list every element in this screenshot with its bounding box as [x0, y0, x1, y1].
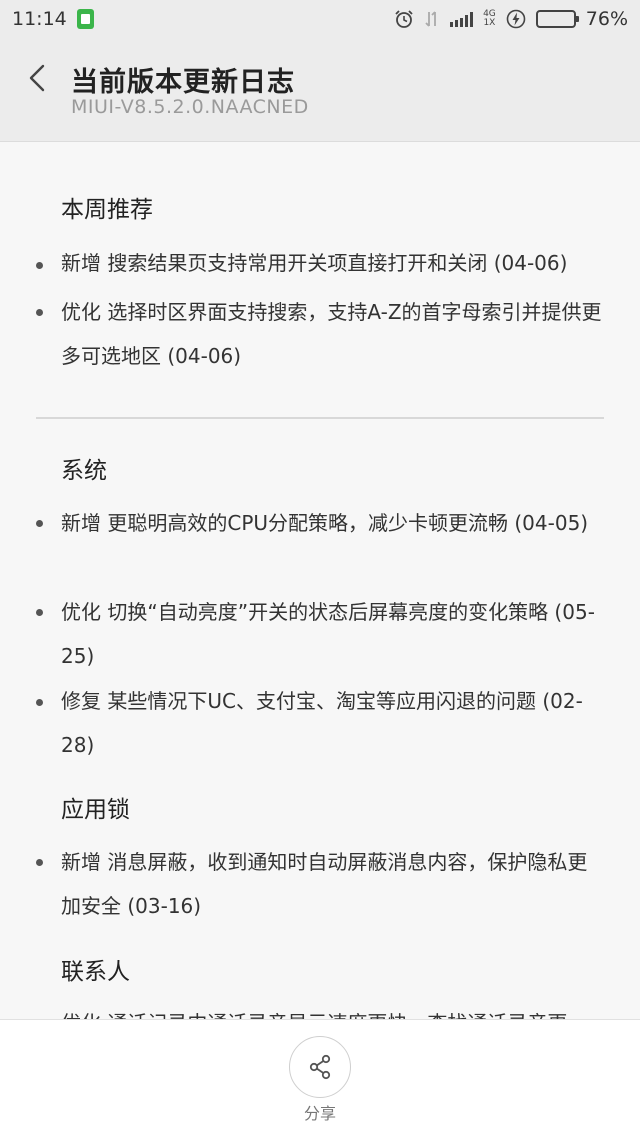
share-button[interactable]: [289, 1036, 351, 1098]
back-button[interactable]: [22, 58, 52, 98]
status-left: 11:14: [12, 8, 94, 30]
alarm-icon: [394, 9, 414, 29]
network-type: 4G 1X: [483, 9, 496, 28]
bullet: [36, 609, 43, 616]
page-title: 当前版本更新日志: [71, 67, 295, 98]
section-divider: [36, 417, 604, 419]
changelog-content[interactable]: 本周推荐 新增 搜索结果页支持常用开关项直接打开和关闭 (04-06) 优化 选…: [0, 143, 640, 1020]
list-item: 新增 搜索结果页支持常用开关项直接打开和关闭 (04-06): [61, 251, 568, 275]
battery-saver-icon: [76, 9, 94, 29]
bullet: [36, 309, 43, 316]
share-icon: [309, 1054, 331, 1080]
list-item: 修复 某些情况下UC、支付宝、淘宝等应用闪退的问题 (02-28): [61, 689, 583, 757]
bullet: [36, 262, 43, 269]
battery-icon: [535, 10, 579, 28]
list-item: 新增 消息屏蔽，收到通知时自动屏蔽消息内容，保护隐私更加安全 (03-16): [61, 850, 588, 918]
charging-icon: [506, 9, 526, 29]
section-title: 本周推荐: [61, 197, 153, 223]
list-item: 优化 通话记录中通话录音显示速度更快，查找通话录音更: [61, 1001, 606, 1020]
bullet: [36, 859, 43, 866]
section-title: 联系人: [61, 959, 130, 985]
list-item: 优化 切换“自动亮度”开关的状态后屏幕亮度的变化策略 (05-25): [61, 600, 595, 668]
chevron-left-icon: [29, 64, 45, 92]
section-title: 应用锁: [61, 797, 130, 823]
bullet: [36, 699, 43, 706]
signal-icon: [450, 11, 474, 27]
list-item: 新增 更聪明高效的CPU分配策略，减少卡顿更流畅 (04-05): [61, 511, 589, 535]
bullet: [36, 520, 43, 527]
share-label: 分享: [303, 1104, 336, 1123]
screen: 11:14 4G 1X 76% 当前版本更新日志 MIUI-V8.5.2.0.N…: [0, 0, 640, 1138]
status-time: 11:14: [12, 8, 67, 30]
battery-percent: 76%: [585, 8, 628, 30]
version-subtitle: MIUI-V8.5.2.0.NAACNED: [71, 96, 309, 118]
status-right: 4G 1X 76%: [394, 8, 628, 30]
header: 当前版本更新日志 MIUI-V8.5.2.0.NAACNED: [0, 38, 640, 142]
bottom-bar: 分享: [0, 1019, 640, 1138]
data-transfer-icon: [424, 9, 440, 29]
status-bar: 11:14 4G 1X 76%: [0, 0, 640, 38]
section-title: 系统: [61, 458, 107, 484]
list-item: 优化 选择时区界面支持搜索，支持A-Z的首字母索引并提供更多可选地区 (04-0…: [61, 300, 602, 368]
